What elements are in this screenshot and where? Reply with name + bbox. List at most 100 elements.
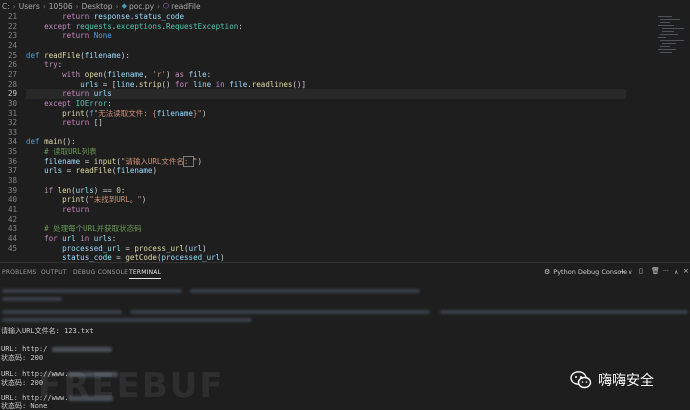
breadcrumb-separator: › [157, 1, 161, 11]
line-number: 32 [7, 118, 17, 128]
tab-output[interactable]: OUTPUT [41, 269, 67, 276]
code-line: return [] [62, 118, 103, 128]
line-number: 33 [7, 127, 17, 137]
maximize-panel-icon[interactable]: ∧ [674, 269, 678, 276]
terminal-url-line: URL: http:/ [1, 345, 112, 354]
code-line: status_code = getCode(processed_url) [62, 253, 225, 262]
wechat-account-name: 嗨嗨安全 [598, 373, 654, 389]
code-line: if len(urls) == 0: [44, 185, 126, 195]
line-number: 34 [7, 137, 17, 147]
code-line: def readFile(filename): [26, 50, 130, 60]
breadcrumb-separator: › [42, 1, 46, 11]
code-editor[interactable]: 21 22 23 24 25 26 27 28 29 30 31 32 33 3… [0, 12, 690, 262]
code-line: def main(): [26, 137, 76, 147]
code-lines[interactable]: return response.status_code except reque… [26, 12, 626, 262]
breadcrumb: C: › Users › 10506 › Desktop › ◆ poc.py › ⬡ rea… [0, 0, 690, 12]
line-number: 21 [7, 12, 17, 21]
trash-icon[interactable]: 🗑 [651, 267, 660, 275]
terminal-status-line: 状态码: 200 [1, 354, 44, 362]
terminal-prompt-line: 请输入URL文件名: 123.txt [1, 327, 94, 335]
line-number-gutter: 21 22 23 24 25 26 27 28 29 30 31 32 33 3… [0, 12, 22, 262]
panel-tab-bar: PROBLEMS OUTPUT DEBUG CONSOLE TERMINAL ⚙… [0, 262, 690, 280]
minimap[interactable] [658, 16, 686, 56]
breadcrumb-item-function[interactable]: readFile [171, 2, 200, 11]
code-line-current: return urls [26, 89, 626, 99]
line-number: 24 [7, 40, 17, 50]
breadcrumb-separator: › [75, 1, 79, 11]
freebuf-watermark: FREEBUF [38, 366, 225, 406]
redacted-text [130, 310, 430, 314]
terminal-profile-selector[interactable]: ⚙ Python Debug Console [544, 268, 627, 276]
debug-console-icon: ⚙ [544, 268, 551, 276]
code-line: filename = input("请输入URL文件名: ") [44, 155, 202, 167]
breadcrumb-item-user[interactable]: 10506 [49, 2, 73, 11]
line-number: 35 [7, 147, 17, 157]
breadcrumb-item-users[interactable]: Users [19, 2, 40, 11]
code-line: processed_url = process_url(url) [62, 243, 207, 253]
redacted-text [190, 289, 420, 293]
code-line: try: [44, 60, 63, 70]
python-file-icon: ◆ [121, 2, 127, 10]
terminal-profile-label: Python Debug Console [553, 268, 628, 276]
code-line: except requests.exceptions.RequestExcept… [44, 21, 243, 31]
line-number: 38 [7, 176, 17, 186]
code-line: print("未找到URL。") [62, 195, 147, 205]
line-number: 22 [7, 21, 17, 31]
line-number: 42 [7, 214, 17, 224]
code-line: with open(filename, 'r') as file: [62, 69, 212, 79]
wechat-icon [570, 371, 592, 389]
line-number: 43 [7, 224, 17, 234]
tab-debug-console[interactable]: DEBUG CONSOLE [73, 269, 128, 276]
code-line: for url in urls: [44, 233, 117, 243]
redacted-text [2, 318, 252, 322]
breadcrumb-item-desktop[interactable]: Desktop [82, 2, 113, 11]
chevron-down-icon[interactable]: ∨ [628, 269, 632, 276]
line-number: 25 [7, 50, 17, 60]
line-number: 30 [7, 98, 17, 108]
redacted-url [51, 346, 112, 352]
redacted-text [2, 289, 182, 293]
line-number: 37 [7, 166, 17, 176]
line-number-current: 29 [7, 89, 17, 99]
line-number: 41 [7, 205, 17, 214]
line-number: 28 [7, 79, 17, 89]
breadcrumb-separator: › [115, 1, 119, 11]
code-line: urls = readFile(filename) [44, 166, 157, 176]
line-number: 40 [7, 195, 17, 205]
code-line: return [62, 205, 90, 214]
split-terminal-icon[interactable]: ▯ [639, 267, 643, 275]
line-number: 26 [7, 60, 17, 70]
breadcrumb-separator: › [12, 1, 16, 11]
code-line: print(f"无法读取文件: {filename}") [62, 108, 207, 118]
line-number: 45 [7, 243, 17, 253]
code-line: # 读取URL列表 [44, 147, 97, 157]
close-panel-icon[interactable]: × [683, 267, 689, 275]
redacted-text [440, 310, 688, 314]
redacted-text [2, 310, 122, 314]
line-number: 27 [7, 69, 17, 79]
code-line: # 处理每个URL并获取状态码 [44, 224, 142, 234]
code-line: except IOError: [44, 98, 112, 108]
line-number: 39 [7, 185, 17, 195]
line-number: 44 [7, 233, 17, 243]
redacted-text [2, 297, 62, 301]
code-line: return None [62, 31, 112, 41]
tab-problems[interactable]: PROBLEMS [2, 269, 36, 276]
new-terminal-icon[interactable]: + [619, 267, 626, 276]
breadcrumb-item-drive[interactable]: C: [2, 2, 10, 11]
function-symbol-icon: ⬡ [163, 2, 170, 10]
more-actions-icon[interactable]: ··· [663, 268, 669, 275]
code-line: return response.status_code [62, 12, 185, 21]
terminal-status-line: 状态码: 200 [1, 379, 44, 387]
line-number: 23 [7, 31, 17, 41]
breadcrumb-item-file[interactable]: poc.py [129, 2, 154, 11]
code-line: urls = [line.strip() for line in file.re… [80, 79, 306, 89]
line-number: 31 [7, 108, 17, 118]
wechat-account-watermark: 嗨嗨安全 [570, 370, 654, 390]
line-number: 36 [7, 156, 17, 166]
tab-terminal[interactable]: TERMINAL [129, 269, 162, 279]
